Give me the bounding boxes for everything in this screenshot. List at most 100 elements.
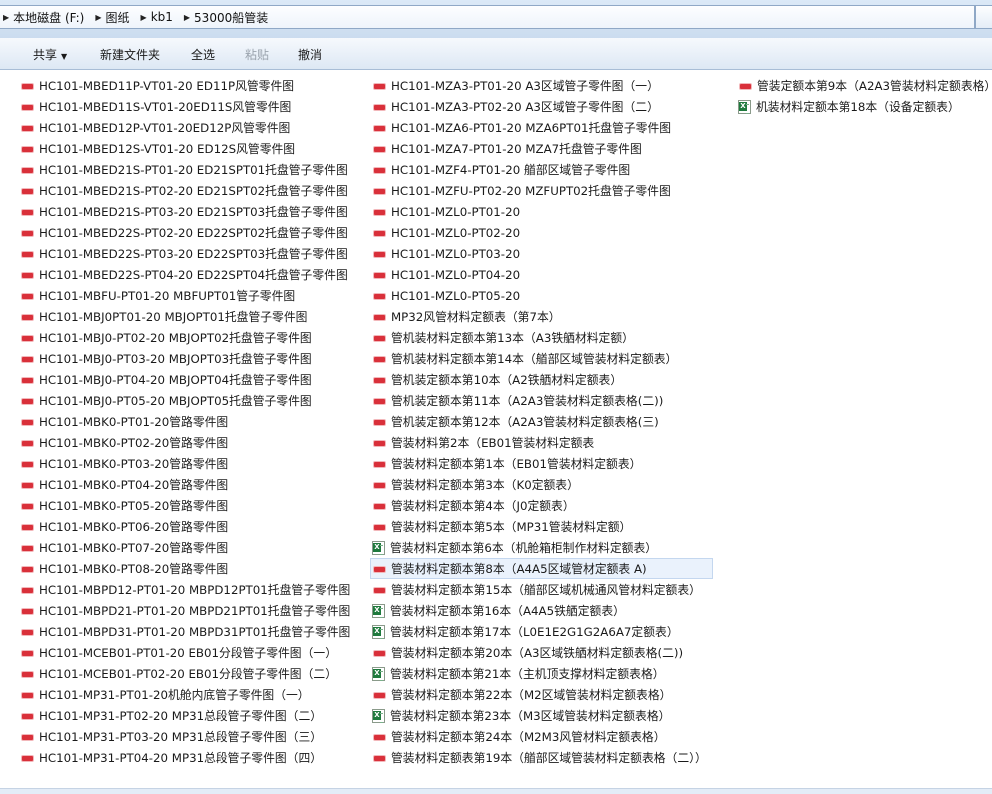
file-item[interactable]: HC101-MBJ0-PT04-20 MBJOPT04托盘管子零件图 [18, 369, 356, 390]
file-item[interactable]: 管装材料定额本第4本（J0定额表） [370, 495, 713, 516]
file-item[interactable]: 管装材料定额本第20本（A3区域铁舾材料定额表格(二)) [370, 642, 713, 663]
file-item[interactable]: HC101-MBED22S-PT03-20 ED22SPT03托盘管子零件图 [18, 243, 356, 264]
pdf-file-icon [20, 374, 35, 386]
file-item[interactable]: HC101-MP31-PT02-20 MP31总段管子零件图（二） [18, 705, 356, 726]
file-item[interactable]: HC101-MZA6-PT01-20 MZA6PT01托盘管子零件图 [370, 117, 713, 138]
file-item[interactable]: HC101-MCEB01-PT01-20 EB01分段管子零件图（一） [18, 642, 356, 663]
file-item[interactable]: HC101-MZL0-PT03-20 [370, 243, 713, 264]
file-item[interactable]: HC101-MBJ0-PT03-20 MBJOPT03托盘管子零件图 [18, 348, 356, 369]
file-item[interactable]: HC101-MBJ0-PT05-20 MBJOPT05托盘管子零件图 [18, 390, 356, 411]
file-item[interactable]: HC101-MP31-PT03-20 MP31总段管子零件图（三） [18, 726, 356, 747]
breadcrumb-item-drive[interactable]: ▶ 本地磁盘 (F:) [0, 6, 92, 28]
file-item[interactable]: HC101-MP31-PT01-20机舱内底管子零件图（一） [18, 684, 356, 705]
file-name: 管装材料定额表第19本（艏部区域管装材料定额表格（二）） [391, 751, 707, 765]
pdf-file-icon [20, 542, 35, 554]
undo-button[interactable]: 撤消 [298, 46, 322, 63]
file-item[interactable]: 管装材料定额本第1本（EB01管装材料定额表） [370, 453, 713, 474]
file-item[interactable]: HC101-MBJ0-PT02-20 MBJOPT02托盘管子零件图 [18, 327, 356, 348]
file-item[interactable]: HC101-MBED21S-PT03-20 ED21SPT03托盘管子零件图 [18, 201, 356, 222]
file-item[interactable]: HC101-MCEB01-PT02-20 EB01分段管子零件图（二） [18, 663, 356, 684]
file-item[interactable]: HC101-MBFU-PT01-20 MBFUPT01管子零件图 [18, 285, 356, 306]
file-item[interactable]: HC101-MBK0-PT03-20管路零件图 [18, 453, 356, 474]
file-item[interactable]: HC101-MZL0-PT01-20 [370, 201, 713, 222]
file-item[interactable]: HC101-MBK0-PT02-20管路零件图 [18, 432, 356, 453]
address-dropdown-button[interactable] [975, 5, 992, 29]
file-item[interactable]: 管装材料定额本第15本（艏部区域机械通风管材料定额表） [370, 579, 713, 600]
file-item[interactable]: MP32风管材料定额表（第7本） [370, 306, 713, 327]
file-item[interactable]: HC101-MZL0-PT02-20 [370, 222, 713, 243]
file-item[interactable]: 管装材料定额本第6本（机舱箱柜制作材料定额表） [370, 537, 713, 558]
breadcrumb-item-drawings[interactable]: ▶ 图纸 [92, 6, 137, 28]
file-item[interactable]: 管装材料定额本第22本（M2区域管装材料定额表格） [370, 684, 713, 705]
file-item[interactable]: 管装材料定额本第16本（A4A5铁舾定额表） [370, 600, 713, 621]
file-item[interactable]: 机装材料定额本第18本（设备定额表） [736, 96, 992, 117]
file-item[interactable]: 管机装定额本第12本（A2A3管装材料定额表格(三) [370, 411, 713, 432]
file-item[interactable]: 管装定额本第9本（A2A3管装材料定额表格） [736, 75, 992, 96]
paste-button[interactable]: 粘贴 [245, 46, 269, 63]
share-button[interactable]: 共享 ▼ [33, 46, 67, 63]
file-item[interactable]: 管装材料定额本第5本（MP31管装材料定额） [370, 516, 713, 537]
file-item[interactable]: 管装材料定额本第23本（M3区域管装材料定额表格） [370, 705, 713, 726]
file-item[interactable]: 管装材料定额本第24本（M2M3风管材料定额表格） [370, 726, 713, 747]
file-item[interactable]: HC101-MBED22S-PT04-20 ED22SPT04托盘管子零件图 [18, 264, 356, 285]
file-name: HC101-MBED22S-PT03-20 ED22SPT03托盘管子零件图 [39, 247, 348, 261]
file-column: 管装定额本第9本（A2A3管装材料定额表格） 机装材料定额本第18本（设备定额表） [736, 75, 992, 117]
pdf-file-icon [372, 647, 387, 659]
file-item[interactable]: HC101-MBK0-PT08-20管路零件图 [18, 558, 356, 579]
file-item[interactable]: HC101-MZA7-PT01-20 MZA7托盘管子零件图 [370, 138, 713, 159]
file-item[interactable]: HC101-MP31-PT04-20 MP31总段管子零件图（四） [18, 747, 356, 768]
file-item[interactable]: HC101-MZFU-PT02-20 MZFUPT02托盘管子零件图 [370, 180, 713, 201]
file-item[interactable]: HC101-MBK0-PT06-20管路零件图 [18, 516, 356, 537]
select-all-button[interactable]: 全选 [191, 46, 215, 63]
file-item[interactable]: HC101-MZL0-PT05-20 [370, 285, 713, 306]
chevron-right-icon[interactable]: ▶ [0, 13, 13, 22]
breadcrumb-label[interactable]: 本地磁盘 (F:) [13, 9, 92, 26]
chevron-right-icon[interactable]: ▶ [181, 13, 194, 22]
file-name: HC101-MZA3-PT02-20 A3区域管子零件图（二） [391, 100, 659, 114]
file-item[interactable]: HC101-MZA3-PT01-20 A3区域管子零件图（一） [370, 75, 713, 96]
file-name: HC101-MBK0-PT08-20管路零件图 [39, 562, 229, 576]
breadcrumb[interactable]: ▶ 本地磁盘 (F:) ▶ 图纸 ▶ kb1 ▶ 53000船管装 [0, 5, 975, 29]
file-item[interactable]: 管机装定额本第10本（A2铁舾材料定额表） [370, 369, 713, 390]
file-item[interactable]: HC101-MZL0-PT04-20 [370, 264, 713, 285]
breadcrumb-label[interactable]: 53000船管装 [194, 9, 276, 26]
file-name: 管装材料定额本第4本（J0定额表） [391, 499, 575, 513]
file-item[interactable]: HC101-MBK0-PT07-20管路零件图 [18, 537, 356, 558]
new-folder-button[interactable]: 新建文件夹 [100, 46, 160, 63]
file-item[interactable]: 管机装材料定额本第14本（艏部区域管装材料定额表） [370, 348, 713, 369]
file-item[interactable]: HC101-MZA3-PT02-20 A3区域管子零件图（二） [370, 96, 713, 117]
file-item[interactable]: 管装材料定额本第8本（A4A5区域管材定额表 A) [370, 558, 713, 579]
file-item[interactable]: HC101-MBED22S-PT02-20 ED22SPT02托盘管子零件图 [18, 222, 356, 243]
breadcrumb-item-kb1[interactable]: ▶ kb1 [138, 6, 181, 28]
file-item[interactable]: 管装材料定额本第17本（L0E1E2G1G2A6A7定额表） [370, 621, 713, 642]
pdf-file-icon [738, 80, 753, 92]
file-item[interactable]: HC101-MZF4-PT01-20 艏部区域管子零件图 [370, 159, 713, 180]
breadcrumb-label[interactable]: 图纸 [106, 9, 138, 26]
file-item[interactable]: HC101-MBED11P-VT01-20 ED11P风管零件图 [18, 75, 356, 96]
file-item[interactable]: 管装材料定额本第21本（主机顶支撑材料定额表格） [370, 663, 713, 684]
file-item[interactable]: HC101-MBK0-PT04-20管路零件图 [18, 474, 356, 495]
file-item[interactable]: HC101-MBJ0PT01-20 MBJOPT01托盘管子零件图 [18, 306, 356, 327]
file-item[interactable]: HC101-MBPD31-PT01-20 MBPD31PT01托盘管子零件图 [18, 621, 356, 642]
file-item[interactable]: 管装材料定额本第3本（K0定额表） [370, 474, 713, 495]
file-item[interactable]: HC101-MBED11S-VT01-20ED11S风管零件图 [18, 96, 356, 117]
pdf-file-icon [372, 752, 387, 764]
file-item[interactable]: HC101-MBK0-PT01-20管路零件图 [18, 411, 356, 432]
file-item[interactable]: HC101-MBK0-PT05-20管路零件图 [18, 495, 356, 516]
file-item[interactable]: 管机装定额本第11本（A2A3管装材料定额表格(二)) [370, 390, 713, 411]
file-item[interactable]: HC101-MBED12S-VT01-20 ED12S风管零件图 [18, 138, 356, 159]
file-item[interactable]: 管装材料第2本（EB01管装材料定额表 [370, 432, 713, 453]
file-item[interactable]: HC101-MBED21S-PT02-20 ED21SPT02托盘管子零件图 [18, 180, 356, 201]
file-item[interactable]: 管装材料定额表第19本（艏部区域管装材料定额表格（二）） [370, 747, 713, 768]
breadcrumb-item-current[interactable]: ▶ 53000船管装 [181, 6, 276, 28]
file-item[interactable]: 管机装材料定额本第13本（A3铁舾材料定额） [370, 327, 713, 348]
pdf-file-icon [20, 101, 35, 113]
file-item[interactable]: HC101-MBPD21-PT01-20 MBPD21PT01托盘管子零件图 [18, 600, 356, 621]
pdf-file-icon [372, 395, 387, 407]
file-item[interactable]: HC101-MBED21S-PT01-20 ED21SPT01托盘管子零件图 [18, 159, 356, 180]
file-item[interactable]: HC101-MBED12P-VT01-20ED12P风管零件图 [18, 117, 356, 138]
chevron-right-icon[interactable]: ▶ [138, 13, 151, 22]
breadcrumb-label[interactable]: kb1 [151, 10, 181, 24]
file-item[interactable]: HC101-MBPD12-PT01-20 MBPD12PT01托盘管子零件图 [18, 579, 356, 600]
chevron-right-icon[interactable]: ▶ [92, 13, 105, 22]
